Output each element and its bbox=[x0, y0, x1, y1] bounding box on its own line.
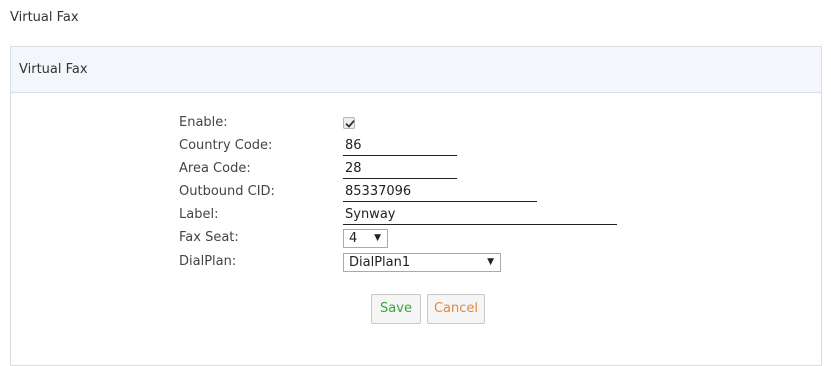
dialplan-label: DialPlan: bbox=[179, 254, 237, 269]
country-code-input[interactable]: 86 bbox=[343, 137, 457, 156]
country-code-label: Country Code: bbox=[179, 138, 273, 153]
outbound-cid-label: Outbound CID: bbox=[179, 184, 275, 199]
label-input[interactable]: Synway bbox=[343, 206, 617, 225]
page-title: Virtual Fax bbox=[10, 10, 79, 25]
dialplan-select[interactable]: DialPlan1 ▼ bbox=[343, 253, 501, 272]
chevron-down-icon: ▼ bbox=[374, 233, 381, 243]
chevron-down-icon: ▼ bbox=[487, 257, 494, 267]
fax-seat-select[interactable]: 4 ▼ bbox=[343, 229, 388, 248]
enable-label: Enable: bbox=[179, 115, 228, 130]
area-code-label: Area Code: bbox=[179, 161, 251, 176]
area-code-input[interactable]: 28 bbox=[343, 160, 457, 179]
virtual-fax-panel: Virtual Fax Enable: Country Code: 86 Are… bbox=[10, 46, 822, 366]
panel-header: Virtual Fax bbox=[11, 47, 821, 93]
save-button[interactable]: Save bbox=[371, 294, 421, 324]
cancel-button[interactable]: Cancel bbox=[427, 294, 485, 324]
fax-seat-label: Fax Seat: bbox=[179, 230, 239, 245]
outbound-cid-input[interactable]: 85337096 bbox=[343, 183, 537, 202]
checkmark-icon bbox=[345, 120, 355, 128]
dialplan-value: DialPlan1 bbox=[349, 255, 411, 270]
enable-checkbox[interactable] bbox=[343, 117, 355, 129]
fax-seat-value: 4 bbox=[349, 231, 358, 246]
label-label: Label: bbox=[179, 207, 219, 222]
